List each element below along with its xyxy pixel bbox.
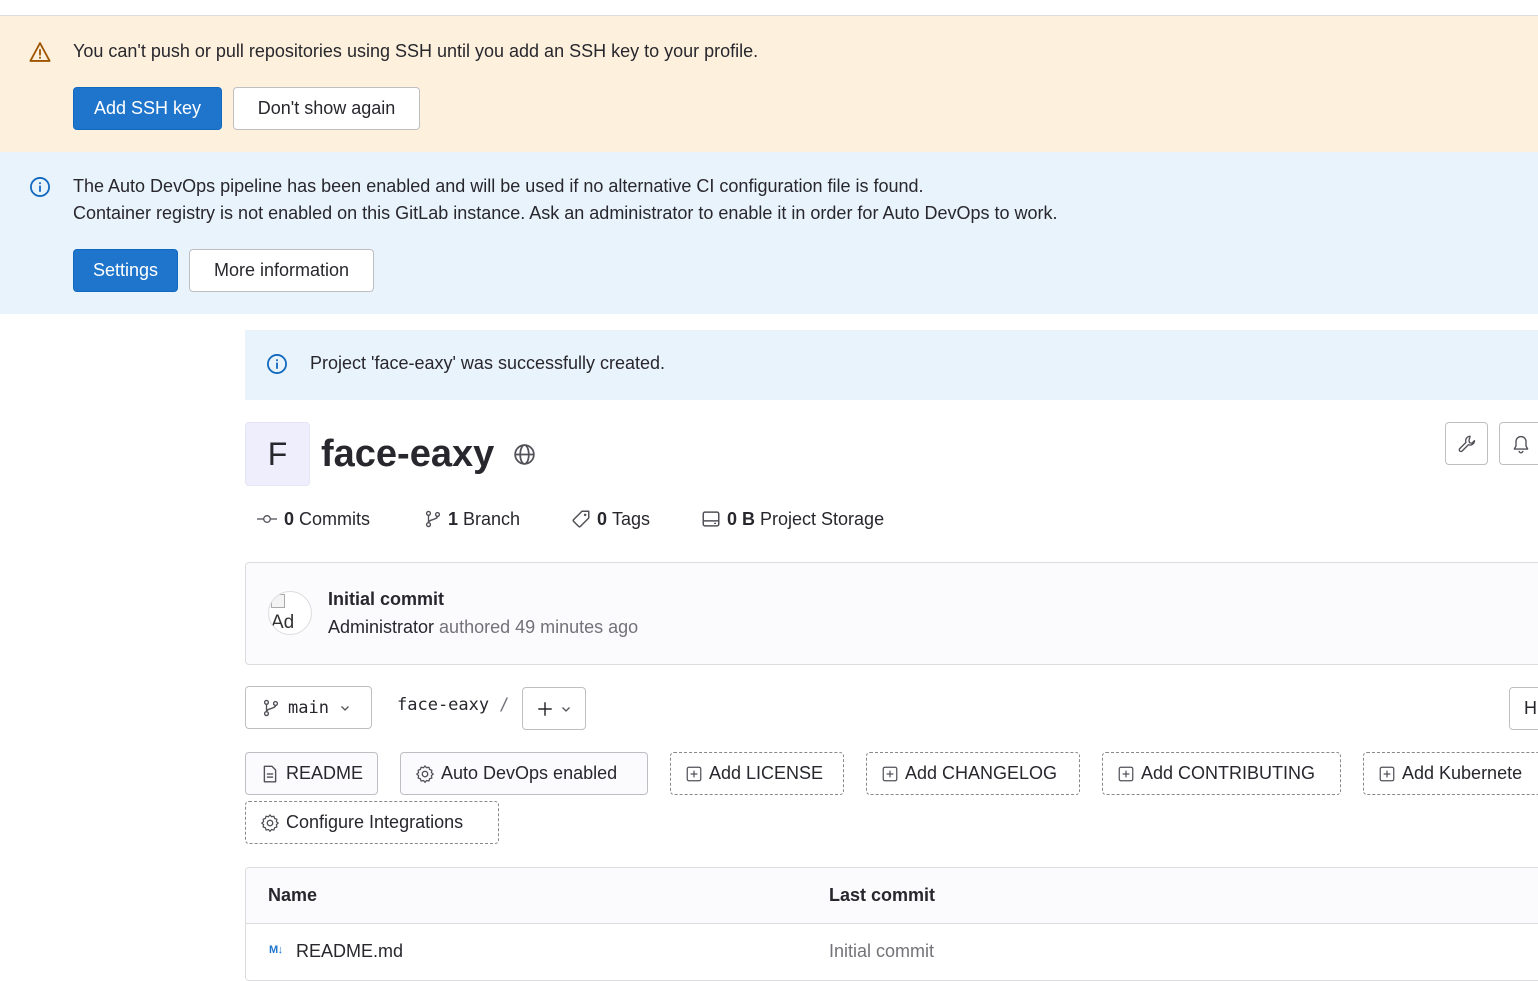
add-license-label: Add LICENSE (709, 763, 824, 783)
plus-square-icon (882, 766, 898, 781)
add-license-button[interactable]: Add LICENSE (670, 752, 844, 795)
breadcrumb-root[interactable]: face-eaxy (397, 695, 489, 715)
readme-button[interactable]: README (245, 752, 378, 795)
settings-wrench-button[interactable] (1445, 422, 1488, 465)
chevron-down-icon (562, 706, 570, 712)
branch-count: 1 (448, 508, 459, 529)
top-bar (0, 0, 1538, 16)
branch-icon (425, 510, 441, 528)
disk-icon (702, 511, 720, 527)
plus-square-icon (686, 766, 702, 781)
warning-icon (29, 42, 51, 62)
add-changelog-label: Add CHANGELOG (905, 763, 1058, 783)
readme-label: README (286, 763, 364, 783)
file-tree-table: Name Last commit M↓ README.md Initial co… (245, 867, 1538, 981)
commit-author-avatar[interactable]: Ad (268, 591, 312, 635)
commit-time: authored 49 minutes ago (439, 617, 639, 637)
branch-name: main (288, 697, 329, 718)
add-kubernetes-label: Add Kubernete (1402, 763, 1523, 783)
project-created-alert: Project 'face-eaxy' was successfully cre… (245, 330, 1538, 400)
history-button[interactable]: H (1509, 687, 1538, 730)
project-title: face-eaxy (321, 433, 495, 475)
add-contributing-button[interactable]: Add CONTRIBUTING (1102, 752, 1341, 795)
plus-square-icon (1379, 766, 1395, 781)
branch-stat[interactable]: 1 Branch (424, 506, 520, 532)
settings-button[interactable]: Settings (73, 249, 178, 292)
ssh-warning-message: You can't push or pull repositories usin… (73, 41, 759, 61)
project-created-message: Project 'face-eaxy' was successfully cre… (310, 353, 666, 373)
column-header-last-commit: Last commit (829, 885, 936, 905)
auto-devops-enabled-button[interactable]: Auto DevOps enabled (400, 752, 648, 795)
breadcrumb-separator: / (499, 695, 510, 715)
bell-icon (1513, 435, 1528, 453)
ssh-key-warning-banner: You can't push or pull repositories usin… (0, 16, 1538, 152)
avatar-alt-text: Ad (271, 612, 295, 633)
file-last-commit-link[interactable]: Initial commit (829, 939, 934, 963)
info-icon (267, 354, 287, 374)
column-header-name: Name (268, 885, 318, 905)
settings-gear-icon (261, 813, 279, 832)
table-header: Name Last commit (246, 868, 1538, 924)
auto-devops-line1: The Auto DevOps pipeline has been enable… (73, 176, 924, 196)
more-information-button[interactable]: More information (189, 249, 374, 292)
auto-devops-banner: The Auto DevOps pipeline has been enable… (0, 152, 1538, 314)
storage-stat[interactable]: 0 B Project Storage (701, 506, 884, 532)
branch-label: Branch (463, 508, 521, 529)
commit-meta: Administrator authored 49 minutes ago (328, 615, 638, 639)
configure-integrations-label: Configure Integrations (286, 812, 464, 832)
broken-image-icon (271, 594, 285, 608)
path-breadcrumb: face-eaxy / (397, 695, 509, 715)
auto-devops-line2: Container registry is not enabled on thi… (73, 203, 1058, 223)
add-ssh-key-button[interactable]: Add SSH key (73, 87, 222, 130)
commits-label: Commits (299, 508, 371, 529)
auto-devops-message: The Auto DevOps pipeline has been enable… (73, 173, 1058, 227)
markdown-icon: M↓ (269, 944, 283, 956)
add-to-tree-button[interactable] (522, 687, 586, 730)
file-icon (263, 765, 277, 782)
notifications-button[interactable] (1499, 422, 1538, 465)
auto-devops-enabled-label: Auto DevOps enabled (441, 763, 618, 783)
info-icon (30, 177, 50, 197)
commits-count: 0 (284, 508, 295, 529)
branch-selector[interactable]: main (245, 686, 372, 729)
chevron-down-icon (340, 705, 349, 711)
commit-icon (257, 515, 277, 523)
table-row[interactable]: M↓ README.md Initial commit (246, 924, 1538, 980)
plus-square-icon (1118, 766, 1134, 781)
branch-icon (263, 699, 279, 716)
configure-integrations-button[interactable]: Configure Integrations (245, 801, 499, 844)
last-commit-panel: Ad Initial commit Administrator authored… (245, 562, 1538, 665)
project-avatar: F (245, 422, 310, 486)
dont-show-again-button[interactable]: Don't show again (233, 87, 420, 130)
tags-label: Tags (612, 508, 651, 529)
wrench-icon (1458, 435, 1475, 452)
storage-label: Project Storage (760, 508, 885, 529)
commits-stat[interactable]: 0 Commits (256, 506, 370, 532)
plus-icon (538, 701, 552, 716)
storage-count: 0 B (727, 508, 756, 529)
tags-stat[interactable]: 0 Tags (571, 506, 650, 532)
file-name-link[interactable]: README.md (296, 939, 403, 963)
settings-gear-icon (416, 764, 434, 783)
commit-author[interactable]: Administrator (328, 617, 434, 637)
add-kubernetes-cluster-button[interactable]: Add Kubernete (1363, 752, 1538, 795)
add-contributing-label: Add CONTRIBUTING (1141, 763, 1316, 783)
tag-icon (572, 510, 590, 528)
add-changelog-button[interactable]: Add CHANGELOG (866, 752, 1080, 795)
globe-icon (514, 444, 535, 465)
commit-title[interactable]: Initial commit (328, 587, 444, 611)
tags-count: 0 (597, 508, 608, 529)
